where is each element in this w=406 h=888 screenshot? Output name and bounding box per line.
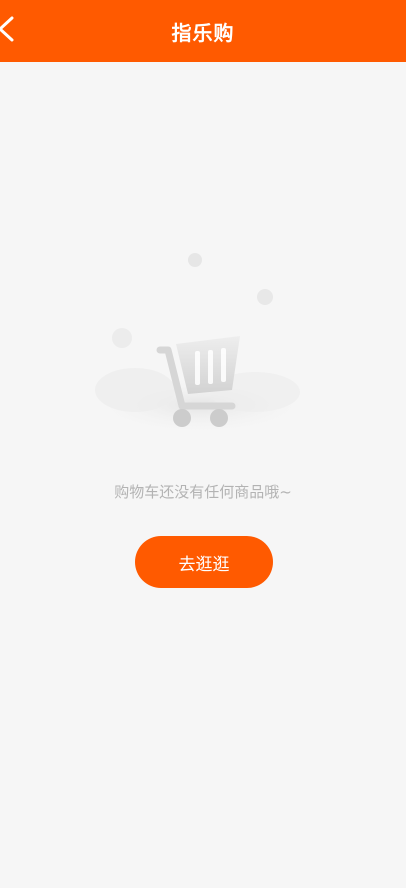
decor-dot <box>188 253 202 267</box>
cart-screen: 指乐购 购物车还没有任何商品哦~ 去逛逛 <box>0 0 406 888</box>
go-shopping-button[interactable]: 去逛逛 <box>135 536 273 588</box>
empty-cart-illustration <box>90 253 310 435</box>
top-bar: 指乐购 <box>0 0 406 62</box>
empty-cart-message: 购物车还没有任何商品哦~ <box>114 483 292 501</box>
page-title: 指乐购 <box>171 20 235 45</box>
decor-dot <box>112 328 132 348</box>
decor-dot <box>257 289 273 305</box>
cloud-shape <box>95 368 175 412</box>
chevron-left-icon[interactable] <box>0 14 20 44</box>
